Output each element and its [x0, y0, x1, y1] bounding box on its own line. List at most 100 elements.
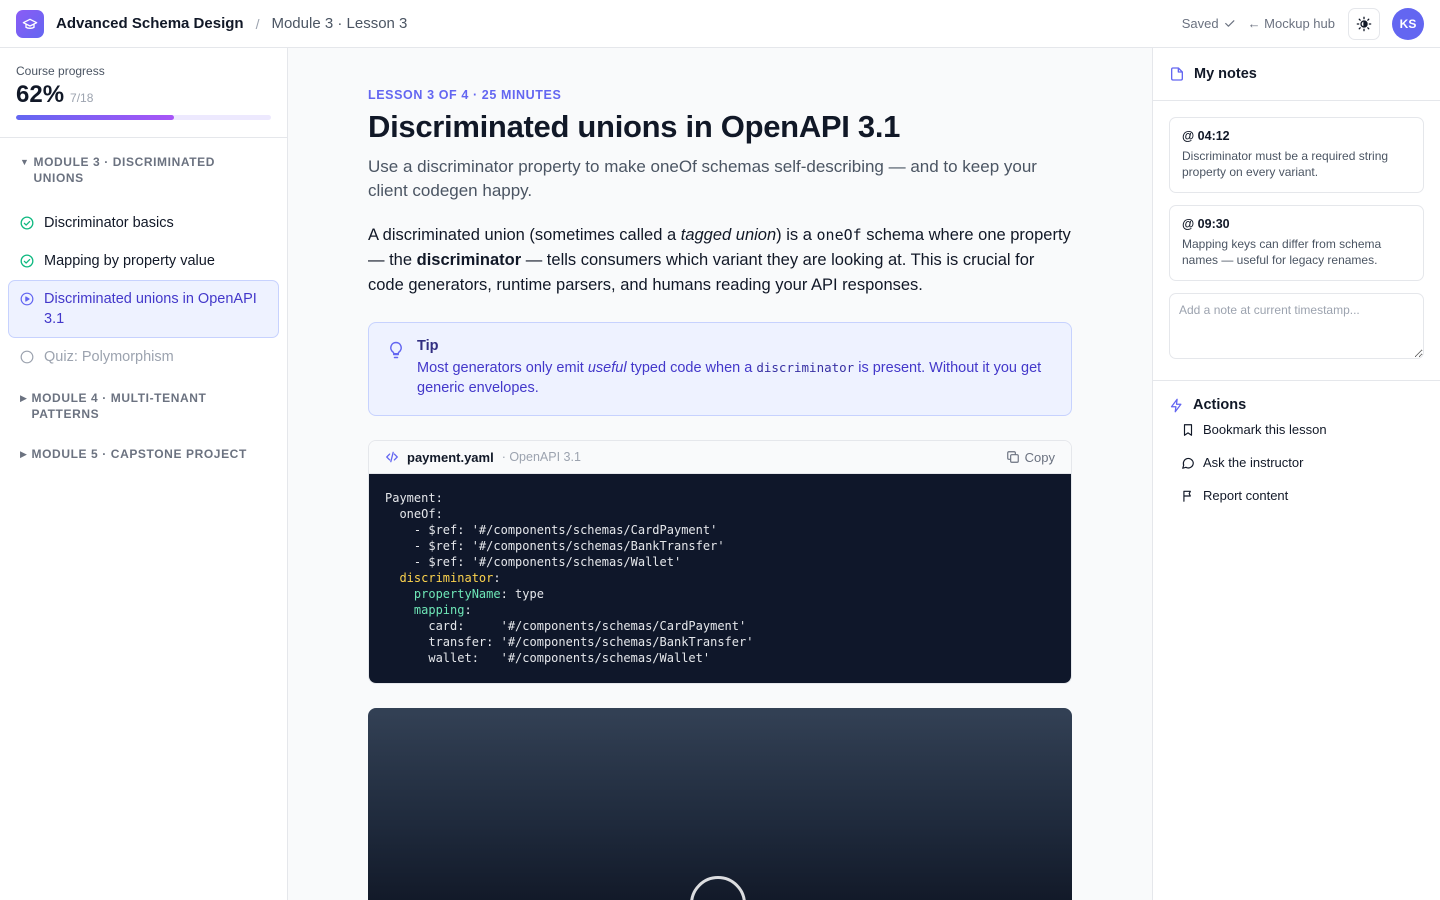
- ask-instructor-action[interactable]: Ask the instructor: [1169, 446, 1424, 479]
- progress-count: 7/18: [70, 91, 94, 105]
- module-3-title: Module 3 · Discriminated unions: [33, 155, 216, 185]
- mockup-hub-link[interactable]: ← Mockup hub: [1248, 16, 1335, 31]
- lesson-title: Discriminated unions in OpenAPI 3.1: [368, 109, 901, 144]
- tip-text: Most generators only emit useful typed c…: [417, 358, 1053, 398]
- code-body: Payment: oneOf: - $ref: '#/components/sc…: [369, 474, 1071, 683]
- report-content-action[interactable]: Report content: [1169, 479, 1424, 512]
- text-run: typed code when a: [626, 360, 757, 376]
- breadcrumb-separator: /: [255, 15, 260, 32]
- emphasis-text: tagged union: [680, 226, 777, 244]
- copy-button[interactable]: Copy: [1006, 450, 1055, 465]
- graduation-cap-icon: [22, 18, 38, 29]
- course-sidebar: Course progress 62% 7/18 ▼ Module 3 · Di…: [0, 48, 288, 900]
- code-filename: payment.yaml: [407, 449, 494, 465]
- strong-text: discriminator: [416, 251, 522, 269]
- theme-toggle-button[interactable]: [1348, 7, 1380, 40]
- lesson-meta: Lesson 3 of 4 · 25 minutes: [368, 88, 562, 102]
- code-key: mapping: [413, 603, 465, 617]
- module-4-title: Module 4 · Multi-tenant patterns: [31, 391, 207, 421]
- video-player[interactable]: [368, 708, 1072, 900]
- progress-bar-fill: [16, 115, 175, 120]
- module-5-header[interactable]: ▶ Module 5 · Capstone project: [0, 446, 287, 462]
- module-5-title: Module 5 · Capstone project: [31, 447, 247, 461]
- action-label: Ask the instructor: [1203, 455, 1304, 470]
- play-circle-icon: [20, 292, 34, 306]
- action-label: Bookmark this lesson: [1203, 422, 1327, 437]
- check-circle-icon: [20, 254, 34, 268]
- course-title[interactable]: Advanced Schema Design: [56, 15, 244, 32]
- new-note-input[interactable]: [1169, 293, 1424, 359]
- flag-icon: [1183, 490, 1191, 502]
- document-icon: [1171, 67, 1183, 81]
- module-4-header[interactable]: ▶ Module 4 · Multi-tenant patterns: [0, 390, 287, 422]
- chat-bubble-icon: [1182, 457, 1194, 469]
- lesson-item-current[interactable]: Discriminated unions in OpenAPI 3.1: [8, 280, 279, 338]
- lesson-item-mapping-by-property[interactable]: Mapping by property value: [8, 242, 279, 280]
- code-line: oneOf:: [385, 507, 443, 521]
- note-text: Mapping keys can differ from schema name…: [1182, 237, 1382, 267]
- progress-bar: [16, 115, 271, 120]
- saved-label: Saved: [1181, 16, 1219, 31]
- notes-header: My notes: [1153, 48, 1440, 101]
- code-key: discriminator: [399, 571, 494, 585]
- note-text: Discriminator must be a required string …: [1182, 149, 1389, 179]
- progress-percent: 62%: [16, 81, 65, 108]
- actions-title: Actions: [1193, 397, 1247, 413]
- check-icon: [1224, 20, 1234, 27]
- course-progress: Course progress 62% 7/18: [0, 48, 287, 138]
- note-card[interactable]: @ 09:30 Mapping keys can differ from sch…: [1169, 205, 1424, 281]
- notes-title: My notes: [1194, 66, 1257, 82]
- copy-label: Copy: [1024, 449, 1055, 465]
- code-content: Payment: oneOf: - $ref: '#/components/sc…: [385, 491, 754, 665]
- code-line: wallet: '#/components/schemas/Wallet': [385, 651, 711, 665]
- tip-title: Tip: [417, 338, 439, 354]
- caret-down-icon: ▼: [20, 157, 30, 167]
- check-circle-icon: [20, 216, 34, 230]
- note-timestamp[interactable]: @ 09:30: [1182, 217, 1411, 231]
- text-run: ) is a: [776, 226, 817, 244]
- lesson-label: Discriminator basics: [44, 215, 174, 231]
- caret-right-icon: ▶: [20, 449, 28, 459]
- lesson-label: Quiz: Polymorphism: [44, 349, 174, 365]
- lightning-icon: [1170, 398, 1182, 412]
- inline-code: oneOf: [816, 226, 862, 244]
- code-block: payment.yaml · OpenAPI 3.1 Copy Payment:…: [368, 440, 1072, 684]
- course-logo[interactable]: [16, 9, 44, 38]
- progress-label: Course progress: [16, 64, 105, 78]
- copy-icon: [1006, 451, 1019, 463]
- text-run: A discriminated union (sometimes called …: [368, 226, 681, 244]
- module-3-header[interactable]: ▼ Module 3 · Discriminated unions: [0, 154, 287, 186]
- bookmark-lesson-action[interactable]: Bookmark this lesson: [1169, 413, 1424, 446]
- code-key: propertyName: [413, 587, 501, 601]
- saved-status: Saved: [1182, 16, 1236, 31]
- emphasis-text: useful: [587, 360, 627, 376]
- empty-circle-icon: [20, 350, 34, 364]
- text-run: Most generators only emit: [417, 360, 588, 376]
- tip-callout: Tip Most generators only emit useful typ…: [368, 322, 1072, 416]
- code-value: : type: [500, 587, 544, 601]
- code-line: - $ref: '#/components/schemas/Wallet': [385, 555, 682, 569]
- code-line: Payment:: [385, 491, 443, 505]
- lesson-item-quiz[interactable]: Quiz: Polymorphism: [8, 338, 279, 376]
- code-language: · OpenAPI 3.1: [501, 450, 581, 464]
- lesson-main: Lesson 3 of 4 · 25 minutes Discriminated…: [288, 48, 1152, 900]
- code-line: - $ref: '#/components/schemas/CardPaymen…: [385, 523, 718, 537]
- action-label: Report content: [1203, 488, 1289, 503]
- user-avatar[interactable]: KS: [1392, 7, 1424, 40]
- code-block-header: payment.yaml · OpenAPI 3.1 Copy: [369, 441, 1071, 474]
- notes-list: @ 04:12 Discriminator must be a required…: [1153, 101, 1440, 381]
- lesson-label: Mapping by property value: [44, 253, 215, 269]
- lesson-label: Discriminated unions in OpenAPI 3.1: [44, 291, 257, 327]
- play-button[interactable]: [690, 876, 746, 900]
- note-timestamp[interactable]: @ 04:12: [1182, 129, 1411, 143]
- notes-panel: My notes @ 04:12 Discriminator must be a…: [1152, 48, 1440, 900]
- lesson-subtitle: Use a discriminator property to make one…: [368, 157, 1037, 200]
- note-card[interactable]: @ 04:12 Discriminator must be a required…: [1169, 117, 1424, 193]
- bookmark-icon: [1183, 423, 1193, 436]
- inline-code: discriminator: [756, 360, 855, 375]
- code-line: - $ref: '#/components/schemas/BankTransf…: [385, 539, 725, 553]
- code-icon: [386, 451, 398, 463]
- code-line: card: '#/components/schemas/CardPayment': [385, 619, 747, 633]
- top-bar: Advanced Schema Design / Module 3 · Less…: [0, 0, 1440, 48]
- lesson-item-discriminator-basics[interactable]: Discriminator basics: [8, 204, 279, 242]
